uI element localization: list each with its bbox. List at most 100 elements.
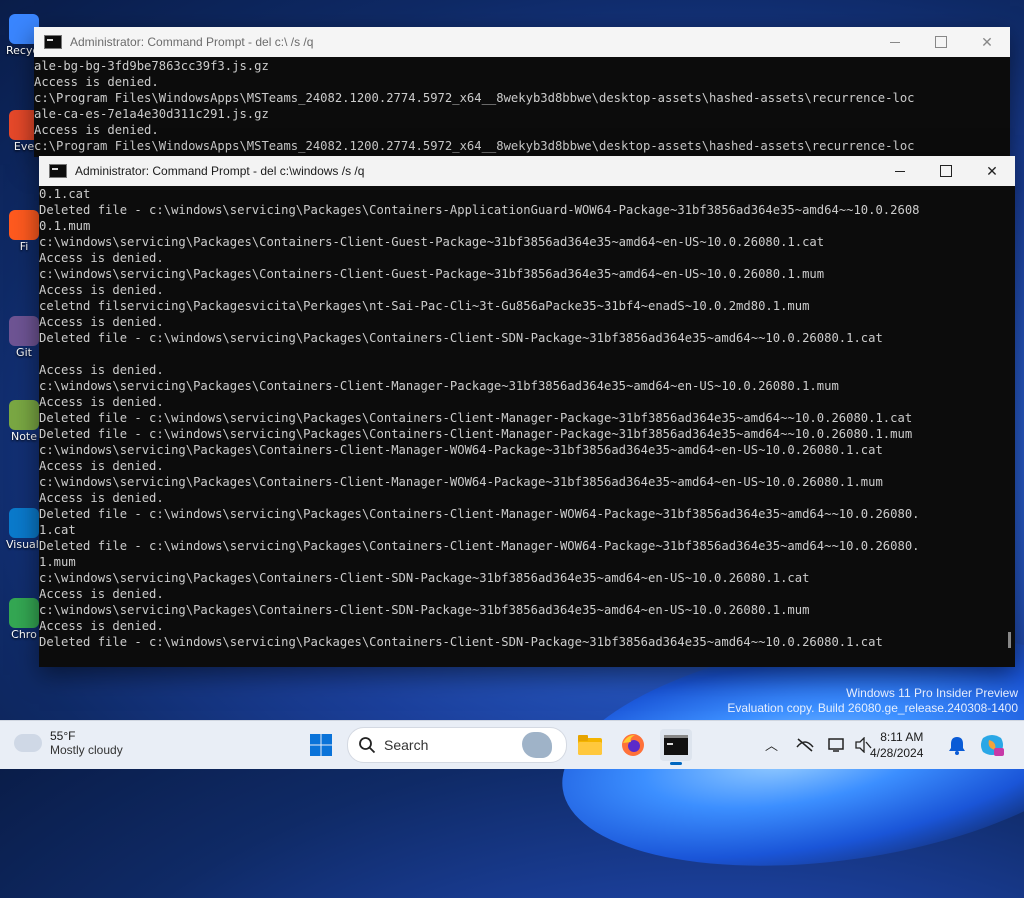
back-cmd-window[interactable]: Administrator: Command Prompt - del c:\ … (34, 27, 1010, 157)
console-line: Deleted file - c:\windows\servicing\Pack… (39, 507, 920, 521)
desktop-app-icon (9, 598, 39, 628)
search-icon (359, 737, 376, 754)
console-line: Deleted file - c:\windows\servicing\Pack… (39, 539, 920, 553)
minimize-button[interactable] (872, 27, 918, 57)
desktop-app-icon (9, 508, 39, 538)
cmd-taskbar-icon (664, 735, 688, 755)
front-window-title: Administrator: Command Prompt - del c:\w… (75, 164, 365, 178)
desktop-icon[interactable]: Visual Co (6, 508, 57, 551)
console-line: Access is denied. (39, 459, 164, 473)
weather-temp: 55°F (50, 729, 76, 743)
copilot-icon (981, 735, 1004, 756)
console-line: Deleted file - c:\windows\servicing\Pack… (39, 331, 883, 345)
active-indicator (670, 762, 682, 765)
close-icon: ✕ (986, 162, 998, 179)
desktop-app-icon (9, 210, 39, 240)
console-line: Access is denied. (39, 251, 164, 265)
taskbar: 55°F Mostly cloudy Search ︿ 8:11 AM 4/28… (0, 720, 1024, 769)
maximize-icon (940, 165, 952, 177)
desktop-icon[interactable]: Note (6, 400, 42, 443)
console-line: Deleted file - c:\windows\servicing\Pack… (39, 203, 920, 217)
firefox-icon (622, 734, 644, 756)
chevron-up-icon[interactable]: ︿ (765, 735, 778, 754)
desktop-icon-label: Fi (19, 240, 29, 253)
console-line: c:\Program Files\WindowsApps\MSTeams_240… (34, 91, 915, 105)
console-line: 0.1.mum (39, 219, 91, 233)
console-line: 0.1.cat (39, 187, 91, 201)
console-line: Access is denied. (34, 123, 159, 137)
back-console-output[interactable]: ale-bg-bg-3fd9be7863cc39f3.js.gz Access i… (34, 57, 1010, 154)
console-line: c:\windows\servicing\Packages\Containers… (39, 603, 810, 617)
insider-watermark: Windows 11 Pro Insider Preview Evaluatio… (727, 686, 1018, 716)
search-label: Search (384, 737, 429, 753)
console-line: c:\windows\servicing\Packages\Containers… (39, 571, 810, 585)
watermark-line-1: Windows 11 Pro Insider Preview (846, 686, 1018, 700)
desktop-icon-label: Chro (11, 628, 37, 641)
back-window-titlebar[interactable]: Administrator: Command Prompt - del c:\ … (34, 27, 1010, 57)
front-cmd-window[interactable]: Administrator: Command Prompt - del c:\w… (39, 156, 1015, 667)
console-line: c:\windows\servicing\Packages\Containers… (39, 379, 839, 393)
console-line: c:\windows\servicing\Packages\Containers… (39, 475, 883, 489)
terminal-button[interactable] (660, 729, 692, 765)
desktop-icon[interactable]: Git (6, 316, 42, 359)
clock[interactable]: 8:11 AM 4/28/2024 (870, 729, 923, 761)
console-line: c:\windows\servicing\Packages\Containers… (39, 443, 883, 457)
watermark-line-2: Evaluation copy. Build 26080.ge_release.… (727, 701, 1018, 715)
start-button[interactable] (305, 729, 337, 761)
close-button[interactable]: ✕ (969, 156, 1015, 186)
weather-cloud-icon (14, 728, 42, 752)
console-line: Access is denied. (34, 75, 159, 89)
maximize-icon (935, 36, 947, 48)
display-icon[interactable] (828, 737, 846, 753)
notification-bell-icon[interactable] (948, 735, 966, 755)
console-line: Access is denied. (39, 395, 164, 409)
desktop-icon-label: Visual Co (6, 538, 57, 551)
console-line: Access is denied. (39, 283, 164, 297)
console-line: 1.mum (39, 555, 76, 569)
console-line: Deleted file - c:\windows\servicing\Pack… (39, 427, 913, 441)
console-line: ale-bg-bg-3fd9be7863cc39f3.js.gz (34, 59, 269, 73)
back-window-title: Administrator: Command Prompt - del c:\ … (70, 35, 314, 49)
console-line: Access is denied. (39, 363, 164, 377)
console-line: Deleted file - c:\windows\servicing\Pack… (39, 635, 883, 649)
console-line: Access is denied. (39, 619, 164, 633)
console-line: Access is denied. (39, 491, 164, 505)
console-line: Deleted file - c:\windows\servicing\Pack… (39, 411, 913, 425)
minimize-icon (890, 41, 900, 43)
windows-logo-icon (310, 734, 332, 756)
console-line: Access is denied. (39, 587, 164, 601)
console-line: 1.cat (39, 523, 76, 537)
cmd-icon (49, 164, 67, 178)
console-line: c:\windows\servicing\Packages\Containers… (39, 235, 825, 249)
desktop-icon[interactable]: Fi (6, 210, 42, 253)
console-line: celetnd filservicing\Packagesvicita\Perk… (39, 299, 810, 313)
maximize-button[interactable] (918, 27, 964, 57)
network-off-icon[interactable] (796, 737, 814, 753)
front-window-titlebar[interactable]: Administrator: Command Prompt - del c:\w… (39, 156, 1015, 186)
console-line: Access is denied. (39, 315, 164, 329)
desktop-icon-label: Git (16, 346, 32, 359)
taskbar-search[interactable]: Search (347, 727, 567, 763)
copilot-button[interactable] (978, 731, 1006, 759)
console-line: ale-ca-es-7e1a4e30d311c291.js.gz (34, 107, 269, 121)
minimize-icon (895, 170, 905, 172)
close-button[interactable]: ✕ (964, 27, 1010, 57)
minimize-button[interactable] (877, 156, 923, 186)
clock-time: 8:11 AM (880, 730, 924, 744)
maximize-button[interactable] (923, 156, 969, 186)
close-icon: ✕ (981, 33, 993, 50)
desktop-app-icon (9, 316, 39, 346)
weather-widget[interactable]: 55°F Mostly cloudy (14, 728, 123, 757)
firefox-button[interactable] (617, 729, 649, 761)
desktop-app-icon (9, 400, 39, 430)
console-line: c:\Program Files\WindowsApps\MSTeams_240… (34, 139, 915, 153)
clock-date: 4/28/2024 (870, 746, 924, 760)
desktop-icon[interactable]: Chro (6, 598, 42, 641)
desktop-icon-label: Note (10, 430, 38, 443)
front-console-output[interactable]: 0.1.cat Deleted file - c:\windows\servici… (39, 186, 1015, 666)
console-scrollbar[interactable] (1008, 632, 1011, 648)
file-explorer-button[interactable] (574, 729, 606, 761)
folder-icon (578, 735, 602, 755)
weather-condition: Mostly cloudy (50, 743, 123, 757)
